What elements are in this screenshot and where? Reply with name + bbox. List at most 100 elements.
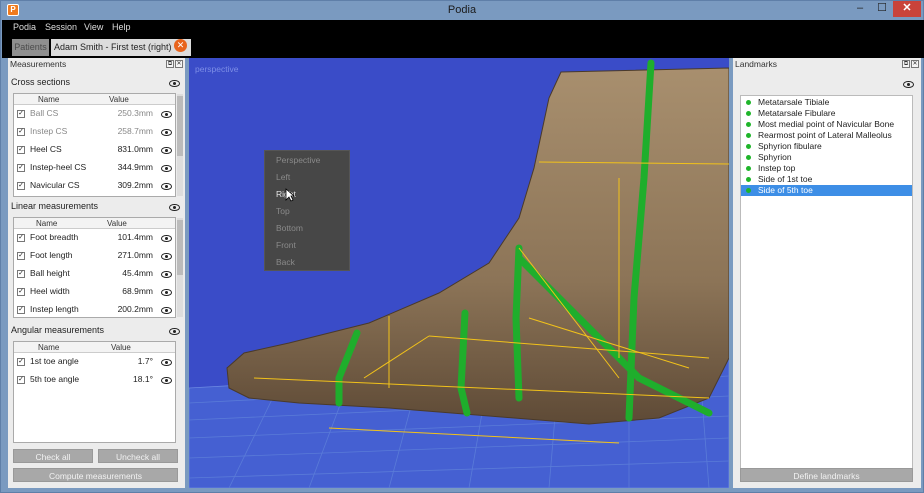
view-context-menu: Perspective Left Right Top Bottom Front … [264, 150, 350, 271]
minimize-button[interactable]: – [849, 1, 871, 17]
row-visibility-eye-icon[interactable] [161, 359, 172, 366]
define-landmarks-button[interactable]: Define landmarks [740, 468, 913, 482]
row-visibility-eye-icon[interactable] [161, 377, 172, 384]
scrollbar-thumb[interactable] [177, 220, 183, 275]
row-value: 271.0mm [117, 250, 153, 260]
row-value: 250.3mm [117, 108, 153, 118]
row-checkbox[interactable]: ✓ [17, 358, 25, 366]
cross-sections-table: Name Value ✓ Ball CS 250.3mm ✓ Instep CS 258… [13, 93, 183, 197]
list-item[interactable]: Metatarsale Fibulare [741, 108, 912, 119]
table-row[interactable]: ✓ Ball height 45.4mm [14, 265, 175, 283]
row-checkbox[interactable]: ✓ [17, 234, 25, 242]
landmarks-list: Metatarsale Tibiale Metatarsale Fibulare… [740, 95, 913, 475]
menu-item-top[interactable]: Top [276, 206, 290, 216]
close-panel-icon[interactable]: ✕ [911, 60, 919, 68]
row-checkbox[interactable]: ✓ [17, 182, 25, 190]
cross-sections-visibility-eye-icon[interactable] [169, 80, 180, 87]
row-name: 5th toe angle [30, 374, 80, 384]
table-row[interactable]: ✓ Heel width 68.9mm [14, 283, 175, 301]
row-value: 18.1° [133, 374, 153, 384]
3d-viewport[interactable]: perspective Perspective Left Right Top B… [189, 58, 729, 488]
row-checkbox[interactable]: ✓ [17, 270, 25, 278]
tab-close-icon[interactable]: ✕ [174, 39, 187, 52]
table-header: Name Value [14, 218, 175, 229]
table-row[interactable]: ✓ Foot length 271.0mm [14, 247, 175, 265]
row-checkbox[interactable]: ✓ [17, 164, 25, 172]
maximize-button[interactable]: ☐ [871, 1, 893, 17]
menu-item-front[interactable]: Front [276, 240, 296, 250]
table-row[interactable]: ✓ 5th toe angle 18.1° [14, 371, 175, 389]
menu-session[interactable]: Session [45, 22, 77, 32]
row-name: Ball height [30, 268, 70, 278]
table-row[interactable]: ✓ 1st toe angle 1.7° [14, 353, 175, 371]
list-item[interactable]: Metatarsale Tibiale [741, 97, 912, 108]
row-visibility-eye-icon[interactable] [161, 253, 172, 260]
row-visibility-eye-icon[interactable] [161, 235, 172, 242]
row-checkbox[interactable]: ✓ [17, 306, 25, 314]
menu-podia[interactable]: Podia [13, 22, 36, 32]
list-item[interactable]: Instep top [741, 163, 912, 174]
check-all-button[interactable]: Check all [13, 449, 93, 463]
list-item[interactable]: Rearmost point of Lateral Malleolus [741, 130, 912, 141]
float-panel-icon[interactable]: ⧉ [166, 60, 174, 68]
list-item[interactable]: Side of 1st toe [741, 174, 912, 185]
table-row[interactable]: ✓ Ball CS 250.3mm [14, 105, 175, 123]
row-visibility-eye-icon[interactable] [161, 307, 172, 314]
table-row[interactable]: ✓ Instep CS 258.7mm [14, 123, 175, 141]
row-name: Instep length [30, 304, 79, 314]
row-name: 1st toe angle [30, 356, 79, 366]
row-visibility-eye-icon[interactable] [161, 147, 172, 154]
menu-item-left[interactable]: Left [276, 172, 290, 182]
landmarks-visibility-eye-icon[interactable] [903, 81, 914, 88]
menu-item-perspective[interactable]: Perspective [276, 155, 320, 165]
table-row[interactable]: ✓ Instep length 200.2mm [14, 301, 175, 319]
row-visibility-eye-icon[interactable] [161, 165, 172, 172]
scrollbar-thumb[interactable] [177, 96, 183, 156]
list-item-selected[interactable]: Side of 5th toe [741, 185, 912, 196]
float-panel-icon[interactable]: ⧉ [902, 60, 910, 68]
cross-sections-scrollbar[interactable] [177, 94, 183, 196]
row-visibility-eye-icon[interactable] [161, 289, 172, 296]
menu-item-bottom[interactable]: Bottom [276, 223, 303, 233]
row-checkbox[interactable]: ✓ [17, 146, 25, 154]
row-checkbox[interactable]: ✓ [17, 252, 25, 260]
row-visibility-eye-icon[interactable] [161, 271, 172, 278]
foot-3d-scene[interactable] [189, 58, 729, 488]
linear-visibility-eye-icon[interactable] [169, 204, 180, 211]
tab-patients[interactable]: Patients [12, 39, 49, 56]
landmark-label: Metatarsale Fibulare [758, 108, 836, 118]
close-panel-icon[interactable]: ✕ [175, 60, 183, 68]
list-item[interactable]: Most medial point of Navicular Bone [741, 119, 912, 130]
table-row[interactable]: ✓ Foot breadth 101.4mm [14, 229, 175, 247]
row-visibility-eye-icon[interactable] [161, 129, 172, 136]
measurements-panel-title: Measurements [10, 59, 67, 69]
tab-session[interactable]: Adam Smith - First test (right) [51, 39, 191, 56]
row-value: 101.4mm [117, 232, 153, 242]
table-row[interactable]: ✓ Instep-heel CS 344.9mm [14, 159, 175, 177]
table-header: Name Value [14, 94, 175, 105]
row-visibility-eye-icon[interactable] [161, 183, 172, 190]
linear-measurements-title: Linear measurements [11, 201, 99, 211]
uncheck-all-button[interactable]: Uncheck all [98, 449, 178, 463]
menu-item-back[interactable]: Back [276, 257, 295, 267]
landmark-label: Side of 5th toe [758, 185, 813, 195]
measurements-panel: Measurements ⧉ ✕ Cross sections Name Val… [8, 58, 185, 488]
list-item[interactable]: Sphyrion [741, 152, 912, 163]
menu-view[interactable]: View [84, 22, 103, 32]
compute-measurements-button[interactable]: Compute measurements [13, 468, 178, 482]
linear-scrollbar[interactable] [177, 218, 183, 317]
angular-visibility-eye-icon[interactable] [169, 328, 180, 335]
landmark-label: Instep top [758, 163, 796, 173]
row-checkbox[interactable]: ✓ [17, 110, 25, 118]
angular-measurements-title: Angular measurements [11, 325, 105, 335]
table-row[interactable]: ✓ Heel CS 831.0mm [14, 141, 175, 159]
landmark-label: Metatarsale Tibiale [758, 97, 830, 107]
row-checkbox[interactable]: ✓ [17, 128, 25, 136]
list-item[interactable]: Sphyrion fibulare [741, 141, 912, 152]
row-checkbox[interactable]: ✓ [17, 376, 25, 384]
close-window-button[interactable]: ✕ [893, 1, 921, 17]
row-checkbox[interactable]: ✓ [17, 288, 25, 296]
row-visibility-eye-icon[interactable] [161, 111, 172, 118]
menu-help[interactable]: Help [112, 22, 131, 32]
table-row[interactable]: ✓ Navicular CS 309.2mm [14, 177, 175, 195]
